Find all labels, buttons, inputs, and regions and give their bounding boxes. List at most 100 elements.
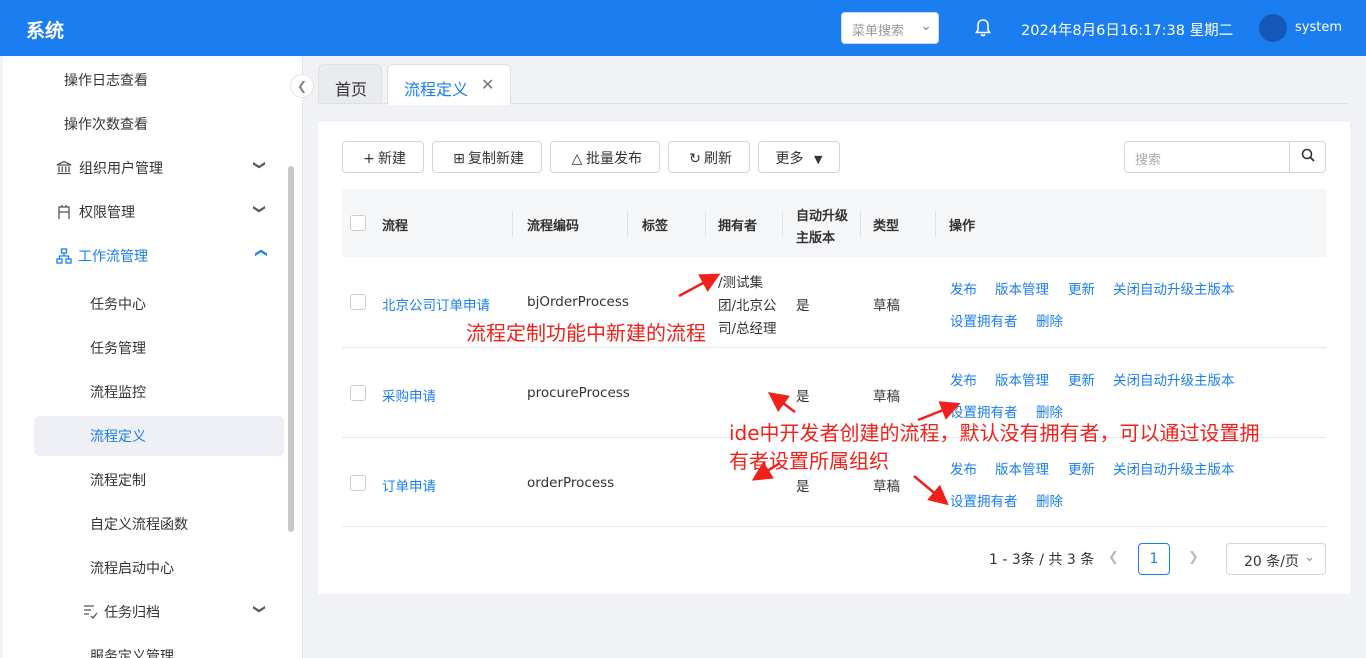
more-dropdown-button[interactable]: 更多 ▼ [758,141,840,173]
sidebar-item-process-start-center[interactable]: 流程启动中心 [3,548,293,588]
delete-link[interactable]: 删除 [1036,490,1063,510]
sidebar-item-org-users[interactable]: 组织用户管理 ❯ [3,148,293,188]
sidebar-item-label: 流程监控 [90,385,146,401]
sidebar-item-label: 流程定制 [90,473,146,489]
bell-icon[interactable] [974,18,992,38]
select-all-checkbox[interactable] [350,215,366,231]
update-link[interactable]: 更新 [1068,458,1095,478]
publish-link[interactable]: 发布 [950,458,977,478]
column-header-code: 流程编码 [527,219,580,234]
refresh-button-label: 刷新 [704,151,732,167]
disable-auto-upgrade-link[interactable]: 关闭自动升级主版本 [1113,458,1235,478]
menu-search-select[interactable]: 菜单搜索 ⌄ [841,12,939,44]
plus-icon: + [363,151,375,167]
disable-auto-upgrade-link[interactable]: 关闭自动升级主版本 [1113,278,1235,298]
type-value: 草稿 [873,298,900,314]
sidebar-item-label: 流程启动中心 [90,561,174,577]
set-owner-link[interactable]: 设置拥有者 [950,490,1018,510]
sidebar-item-process-monitor[interactable]: 流程监控 [3,372,293,412]
new-button[interactable]: + 新建 [342,141,424,173]
close-icon[interactable]: ✕ [481,75,494,94]
auto-upgrade-value: 是 [796,389,810,405]
annotation-note-1: 流程定制功能中新建的流程 [466,321,706,345]
column-header-auto-upgrade-line2: 主版本 [796,231,836,246]
disable-auto-upgrade-link[interactable]: 关闭自动升级主版本 [1113,369,1235,389]
new-button-label: 新建 [378,151,406,167]
sidebar-item-label: 流程定义 [90,429,146,445]
pagination-total: 1 - 3条 / 共 3 条 [989,552,1095,568]
process-name-link[interactable]: 订单申请 [382,475,436,495]
avatar[interactable] [1259,14,1287,42]
username[interactable]: system [1295,20,1342,35]
version-management-link[interactable]: 版本管理 [995,369,1049,389]
bank-icon [56,160,72,175]
set-owner-link[interactable]: 设置拥有者 [950,310,1018,330]
update-link[interactable]: 更新 [1068,278,1095,298]
caret-down-icon: ▼ [813,153,823,166]
sidebar-item-process-customize[interactable]: 流程定制 [3,460,293,500]
sidebar-item-workflow[interactable]: 工作流管理 ❯ [3,236,293,276]
chevron-down-icon: ❯ [253,603,268,615]
sidebar-item-label: 任务归档 [104,605,160,621]
owner-line: /测试集 [718,275,764,291]
sidebar-item-task-center[interactable]: 任务中心 [3,284,293,324]
tab-process-definition[interactable]: 流程定义 ✕ [387,64,511,105]
sidebar-item-label: 组织用户管理 [79,161,163,177]
update-link[interactable]: 更新 [1068,369,1095,389]
delete-link[interactable]: 删除 [1036,310,1063,330]
row-checkbox[interactable] [350,294,366,310]
sidebar-item-label: 权限管理 [79,205,135,221]
batch-publish-button[interactable]: △ 批量发布 [550,141,660,173]
row-checkbox[interactable] [350,385,366,401]
process-code: orderProcess [527,475,615,491]
sidebar-item-label: 工作流管理 [78,249,148,265]
process-code: bjOrderProcess [527,294,629,310]
sidebar-item-process-definition[interactable]: 流程定义 [34,416,284,456]
tab-home[interactable]: 首页 [318,64,382,104]
alarm-icon: △ [571,151,583,167]
sidebar-item-operation-count[interactable]: 操作次数查看 [3,104,293,144]
page-number-current[interactable]: 1 [1138,543,1170,575]
sidebar-item-permissions[interactable]: 权限管理 ❯ [3,192,293,232]
search-button[interactable] [1289,142,1326,172]
row-checkbox[interactable] [350,475,366,491]
app-title: 系统 [26,20,65,42]
column-header-actions: 操作 [949,219,976,234]
sidebar-scrollbar[interactable] [288,166,294,532]
version-management-link[interactable]: 版本管理 [995,458,1049,478]
sidebar-item-task-management[interactable]: 任务管理 [3,328,293,368]
copy-new-button[interactable]: ⊞ 复制新建 [432,141,542,173]
version-management-link[interactable]: 版本管理 [995,278,1049,298]
sidebar-item-task-archive[interactable]: 任务归档 ❯ [3,592,293,632]
sidebar-item-operation-log[interactable]: 操作日志查看 [3,60,293,100]
column-header-process: 流程 [382,219,409,234]
owner-line: 团/北京公 [718,298,777,314]
sidebar-item-custom-functions[interactable]: 自定义流程函数 [3,504,293,544]
process-name-link[interactable]: 采购申请 [382,385,436,405]
sidebar-item-service-definition[interactable]: 服务定义管理 [3,636,293,658]
sidebar-item-label: 操作次数查看 [64,117,148,133]
chevron-down-icon: ⌄ [1304,550,1315,565]
plus-square-icon: ⊞ [453,151,465,167]
sidebar: 操作日志查看 操作次数查看 组织用户管理 ❯ 权限管理 ❯ 工作流管理 ❯ 任务… [3,56,303,658]
copy-new-button-label: 复制新建 [468,151,524,167]
publish-link[interactable]: 发布 [950,369,977,389]
main-panel: + 新建 ⊞ 复制新建 △ 批量发布 ↻ 刷新 更多 ▼ 搜索 流程 流程编码 标签 拥… [318,122,1350,594]
auto-upgrade-value: 是 [796,298,810,314]
next-page-icon[interactable]: ❯ [1188,550,1199,565]
refresh-button[interactable]: ↻ 刷新 [668,141,750,173]
datetime-display: 2024年8月6日16:17:38 星期二 [1021,23,1234,39]
column-header-type: 类型 [873,219,900,234]
page-size-select[interactable]: 20 条/页 ⌄ [1226,543,1326,575]
process-name-link[interactable]: 北京公司订单申请 [382,294,490,314]
chevron-down-icon: ⌄ [920,18,932,34]
tab-label: 首页 [335,80,368,99]
prev-page-icon[interactable]: ❮ [1108,550,1119,565]
badge-icon [58,205,70,219]
publish-link[interactable]: 发布 [950,278,977,298]
sidebar-item-label: 服务定义管理 [90,649,174,658]
collapse-sidebar-button[interactable]: ❮ [290,74,314,98]
search-input[interactable]: 搜索 [1124,141,1326,173]
column-header-auto-upgrade-line1: 自动升级 [796,209,849,224]
column-header-owner: 拥有者 [718,219,758,234]
